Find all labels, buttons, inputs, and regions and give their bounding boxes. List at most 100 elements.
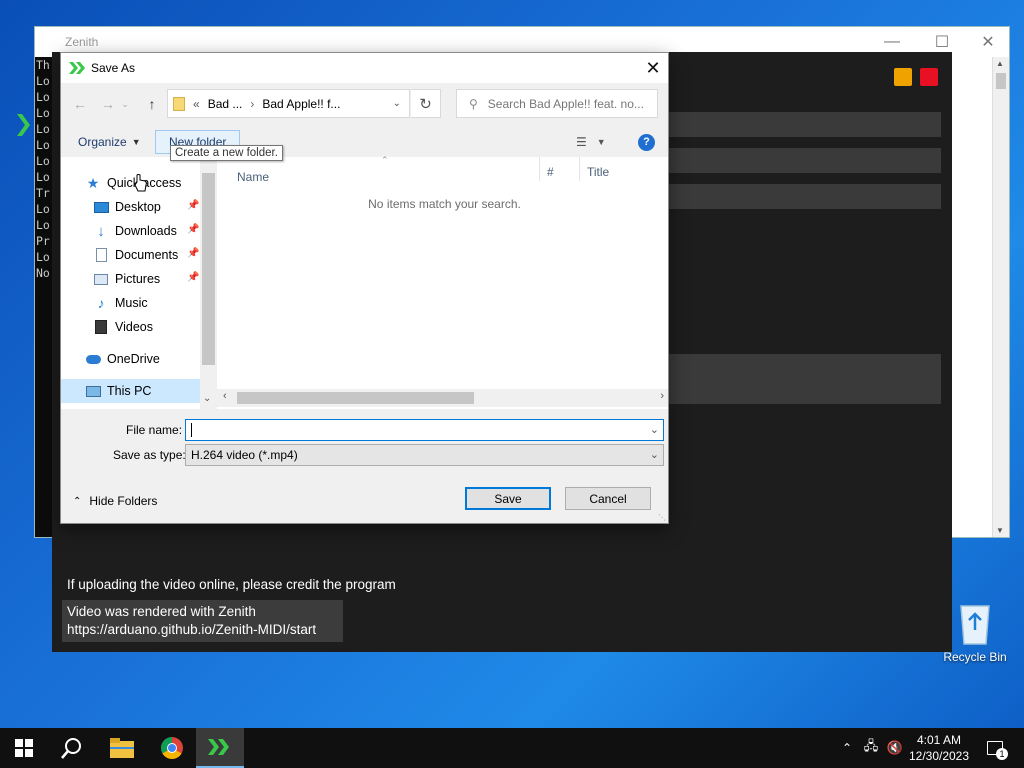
help-icon: ? — [638, 133, 655, 151]
organize-button[interactable]: Organize ▼ — [73, 130, 146, 154]
console-line: Lo — [36, 170, 50, 184]
view-options-button[interactable]: ☰ ▼ — [571, 130, 611, 154]
nav-label-music: Music — [115, 296, 148, 310]
zenith-minimize-button[interactable] — [894, 68, 912, 86]
address-dropdown-icon[interactable]: ⌄ — [393, 98, 401, 109]
desktop-icon-zenith[interactable] — [14, 112, 36, 172]
up-arrow-icon[interactable]: ↑ — [141, 93, 163, 115]
pin-icon: 📌 — [187, 200, 200, 211]
empty-folder-message: No items match your search. — [368, 197, 521, 211]
hide-folders-toggle[interactable]: ⌃ Hide Folders — [73, 494, 157, 508]
file-name-input[interactable]: ⌄ — [185, 419, 664, 441]
scroll-right-icon[interactable]: › — [660, 390, 664, 402]
volume-muted-icon[interactable]: 🔇 — [884, 728, 906, 768]
scroll-down-arrow[interactable]: ▼ — [996, 526, 1004, 535]
show-hidden-icons-button[interactable]: ⌃ — [838, 728, 856, 768]
credit-line-2: https://arduano.github.io/Zenith-MIDI/st… — [67, 622, 317, 637]
breadcrumb-1[interactable]: Bad ... — [208, 97, 243, 111]
pin-icon: 📌 — [187, 272, 200, 283]
file-name-dropdown-icon[interactable]: ⌄ — [650, 423, 659, 436]
video-icon — [93, 319, 109, 335]
search-box[interactable]: ⚲ Search Bad Apple!! feat. no... — [456, 89, 658, 118]
windows-logo-icon — [15, 739, 33, 757]
new-folder-tooltip: Create a new folder. — [170, 145, 283, 161]
console-line: No — [36, 266, 50, 280]
taskbar-file-explorer[interactable] — [98, 728, 146, 768]
scroll-up-arrow[interactable]: ▲ — [996, 59, 1004, 68]
scroll-left-icon[interactable]: ‹ — [223, 390, 227, 402]
nav-label-videos: Videos — [115, 320, 153, 334]
navigation-bar: ← → ⌄ ↑ « Bad ... › Bad Apple!! f... ⌄ ↻… — [61, 89, 668, 119]
settings-panel-bar-2 — [668, 148, 941, 173]
search-button[interactable] — [48, 728, 96, 768]
credit-textbox[interactable]: Video was rendered with Zenith https://a… — [62, 600, 343, 642]
column-divider[interactable] — [579, 157, 580, 181]
network-icon[interactable]: 🖧 — [860, 728, 882, 768]
column-divider[interactable] — [539, 157, 540, 181]
start-button[interactable] — [0, 728, 48, 768]
settings-panel-box — [668, 354, 941, 404]
clock-time: 4:01 AM — [916, 733, 962, 747]
recent-dropdown-icon[interactable]: ⌄ — [119, 93, 131, 115]
save-as-dialog: Save As ✕ ← → ⌄ ↑ « Bad ... › Bad Apple!… — [60, 52, 669, 524]
scroll-thumb[interactable] — [996, 73, 1006, 89]
column-name-label: Name — [237, 170, 270, 184]
zenith-close-button[interactable] — [920, 68, 938, 86]
notification-center-button[interactable]: 1 — [980, 728, 1010, 768]
close-button[interactable]: ✕ — [965, 27, 1011, 57]
horizontal-scrollbar[interactable]: ‹ › — [217, 389, 668, 407]
nav-item-this-pc[interactable]: This PC — [61, 379, 200, 403]
file-list-area: ⌃ Name # Title No items match your searc… — [217, 155, 668, 409]
pin-icon: 📌 — [187, 248, 200, 259]
refresh-button[interactable]: ↻ — [411, 89, 441, 118]
text-cursor — [191, 423, 192, 437]
star-icon: ★ — [86, 174, 100, 191]
save-button[interactable]: Save — [465, 487, 551, 510]
organize-label: Organize — [78, 135, 127, 149]
cloud-icon — [85, 351, 101, 367]
file-name-label: File name: — [126, 423, 183, 437]
console-line: Lo — [36, 250, 50, 264]
view-dropdown-icon: ▼ — [596, 137, 606, 147]
computer-icon — [85, 383, 101, 399]
dialog-title: Save As — [91, 61, 136, 75]
clock[interactable]: 4:01 AM 12/30/2023 — [906, 728, 972, 768]
cancel-button[interactable]: Cancel — [565, 487, 651, 510]
resize-grip-icon[interactable]: ⋱ — [658, 513, 666, 522]
file-explorer-icon — [110, 738, 134, 758]
settings-panel-bar-3 — [668, 184, 941, 209]
taskbar-chrome[interactable] — [148, 728, 196, 768]
console-line: Lo — [36, 90, 50, 104]
column-header-title[interactable]: Title — [587, 157, 647, 187]
taskbar-zenith[interactable] — [196, 728, 244, 768]
console-line: Lo — [36, 122, 50, 136]
nav-scroll-down-icon[interactable]: ⌄ — [203, 393, 211, 404]
back-arrow-icon[interactable]: ← — [69, 93, 91, 115]
command-toolbar: Organize ▼ New folder ☰ ▼ ? — [61, 127, 668, 157]
settings-panel-bar-1 — [668, 112, 941, 137]
save-type-value: H.264 video (*.mp4) — [191, 448, 298, 462]
console-output: Th Fa Lo Lo Lo Lo Lo Lo Lo Tr Lo Lo Pr Lo No — [35, 57, 53, 537]
help-button[interactable]: ? — [633, 130, 660, 154]
breadcrumb-separator-icon: › — [250, 96, 255, 111]
horizontal-scroll-thumb[interactable] — [237, 392, 474, 404]
column-header-name[interactable]: Name — [237, 157, 537, 187]
chevron-up-icon: ⌃ — [73, 495, 82, 507]
forward-arrow-icon[interactable]: → — [97, 93, 119, 115]
breadcrumb-2[interactable]: Bad Apple!! f... — [262, 97, 340, 111]
address-overflow[interactable]: « — [193, 97, 200, 111]
column-title-label: Title — [587, 165, 610, 179]
organize-dropdown-icon: ▼ — [131, 137, 141, 147]
column-header-number[interactable]: # — [547, 157, 577, 187]
dialog-close-button[interactable]: ✕ — [638, 53, 668, 83]
save-type-dropdown-icon[interactable]: ⌄ — [650, 448, 659, 461]
zenith-app-icon — [208, 739, 229, 755]
console-line: Tr — [36, 186, 50, 200]
save-type-select[interactable]: H.264 video (*.mp4) ⌄ — [185, 444, 664, 466]
vertical-scrollbar[interactable]: ▲ ▼ — [992, 57, 1009, 537]
nav-label-onedrive: OneDrive — [107, 352, 160, 366]
credit-instruction-text: If uploading the video online, please cr… — [67, 577, 396, 592]
mouse-cursor-icon — [134, 174, 147, 192]
address-bar[interactable]: « Bad ... › Bad Apple!! f... ⌄ — [167, 89, 410, 118]
nav-pane-scroll-thumb[interactable] — [202, 173, 215, 365]
